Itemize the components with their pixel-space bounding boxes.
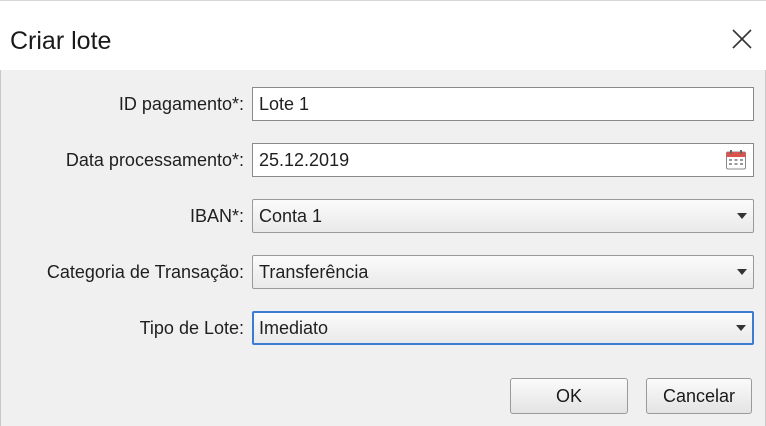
iban-value: Conta 1 [259, 206, 323, 226]
transaction-category-label: Categoria de Transação: [46, 262, 244, 282]
create-batch-dialog: Criar lote ID pagamento*: Lote 1 Data pr… [0, 0, 766, 426]
batch-type-select[interactable]: Imediato [252, 311, 754, 345]
payment-id-value: Lote 1 [259, 94, 310, 114]
chevron-down-icon [737, 269, 747, 275]
close-icon [732, 29, 752, 49]
cancel-button[interactable]: Cancelar [646, 378, 752, 414]
batch-type-label: Tipo de Lote: [139, 318, 244, 338]
iban-label: IBAN*: [189, 206, 244, 226]
payment-id-input[interactable]: Lote 1 [252, 87, 754, 121]
close-button[interactable] [728, 25, 756, 53]
dialog-title: Criar lote [10, 27, 112, 55]
processing-date-label: Data processamento*: [65, 150, 244, 170]
payment-id-label: ID pagamento*: [118, 94, 244, 114]
calendar-icon[interactable] [725, 149, 747, 171]
dialog-body [0, 70, 766, 426]
transaction-category-value: Transferência [259, 262, 369, 282]
batch-type-value: Imediato [259, 318, 329, 338]
processing-date-input[interactable]: 25.12.2019 [252, 143, 754, 177]
dialog-titlebar: Criar lote [0, 0, 766, 70]
transaction-category-select[interactable]: Transferência [252, 255, 754, 289]
chevron-down-icon [736, 325, 746, 331]
processing-date-value: 25.12.2019 [259, 150, 350, 170]
iban-select[interactable]: Conta 1 [252, 199, 754, 233]
ok-button[interactable]: OK [510, 378, 628, 414]
chevron-down-icon [737, 213, 747, 219]
